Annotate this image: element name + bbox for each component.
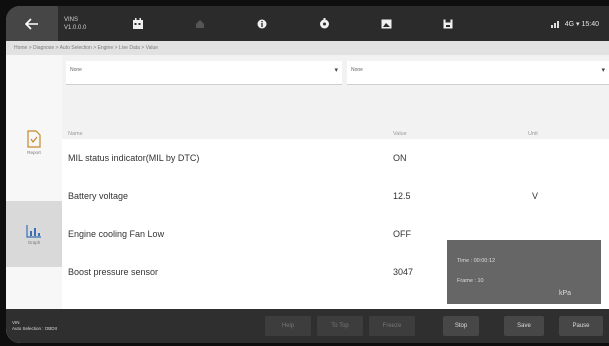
right-filter-value: None <box>351 67 363 73</box>
left-filter-select[interactable]: None ▾ <box>66 61 342 85</box>
chevron-down-icon: ▾ <box>601 67 605 74</box>
table-row[interactable]: Battery voltage 12.5 V <box>62 177 609 216</box>
vci-button[interactable] <box>296 6 352 41</box>
back-arrow-icon <box>25 17 38 30</box>
pause-button[interactable]: Pause <box>559 316 603 336</box>
report-label: Report <box>27 149 41 155</box>
row-value: 12.5 <box>393 191 411 201</box>
stop-button[interactable]: Stop <box>443 316 479 336</box>
report-button[interactable]: Report <box>6 111 62 173</box>
save-icon <box>443 19 453 28</box>
signal-icon <box>550 20 559 28</box>
row-name: Boost pressure sensor <box>68 267 159 277</box>
filter-bar: None ▾ None ▾ <box>62 55 609 95</box>
save-screen-button[interactable] <box>420 6 476 41</box>
help-button[interactable]: Help <box>265 316 311 336</box>
vehicle-path: Auto Selection : OBDII <box>12 326 58 331</box>
calendar-icon <box>133 17 143 29</box>
graph-icon <box>26 224 41 238</box>
graph-tooltip: Time : 00:00:12 Frame : 10 kPa <box>447 240 601 304</box>
back-button[interactable] <box>6 6 58 41</box>
row-unit: V <box>532 191 539 201</box>
tooltip-time: Time : 00:00:12 <box>457 258 496 264</box>
graph-button[interactable]: Graph <box>6 201 62 267</box>
top-toolbar: VINS V1.0.0.0 4G ▾ 15:40 <box>6 6 609 41</box>
calendar-button[interactable] <box>110 6 166 41</box>
screenshot-icon <box>381 19 391 28</box>
row-value: OFF <box>393 229 411 239</box>
vin-info: VINS V1.0.0.0 <box>64 6 108 41</box>
row-value: ON <box>393 153 407 163</box>
bottom-toolbar: VIN Auto Selection : OBDII Help To Top F… <box>6 309 609 343</box>
to-top-button[interactable]: To Top <box>317 316 363 336</box>
row-name: MIL status indicator(MIL by DTC) <box>68 153 200 163</box>
home-icon <box>196 19 204 28</box>
header-value: Value <box>393 131 407 137</box>
right-filter-select[interactable]: None ▾ <box>347 61 609 85</box>
vin-version: V1.0.0.0 <box>64 24 87 31</box>
tooltip-frame: Frame : 10 <box>457 278 484 284</box>
header-name: Name <box>68 131 83 137</box>
vci-icon <box>319 18 329 29</box>
freeze-button[interactable]: Freeze <box>369 316 415 336</box>
row-name: Battery voltage <box>68 191 129 201</box>
table-header: Name Value Unit <box>62 95 609 139</box>
vehicle-info: VIN Auto Selection : OBDII <box>12 320 57 332</box>
row-value: 3047 <box>393 267 414 277</box>
info-button[interactable] <box>234 6 290 41</box>
row-name: Engine cooling Fan Low <box>68 229 165 239</box>
status-text: 4G ▾ 15:40 <box>564 20 599 28</box>
table-row[interactable]: MIL status indicator(MIL by DTC) ON <box>62 139 609 178</box>
left-filter-value: None <box>70 67 82 73</box>
vin-label: VINS <box>64 16 79 23</box>
save-button[interactable]: Save <box>504 316 544 336</box>
header-unit: Unit <box>528 131 538 137</box>
breadcrumb: Home > Diagnose > Auto Selection > Engin… <box>6 41 609 55</box>
report-icon <box>27 129 41 148</box>
left-rail: Report Graph <box>6 55 62 309</box>
chevron-down-icon: ▾ <box>334 67 338 74</box>
graph-label: Graph <box>27 239 41 245</box>
status-area: 4G ▾ 15:40 <box>550 6 599 41</box>
tooltip-unit: kPa <box>558 290 571 297</box>
app-screen: VINS V1.0.0.0 4G ▾ 15:40 Home > Diagnose… <box>6 6 609 343</box>
home-button[interactable] <box>172 6 228 41</box>
info-icon <box>257 19 267 28</box>
screenshot-button[interactable] <box>358 6 414 41</box>
